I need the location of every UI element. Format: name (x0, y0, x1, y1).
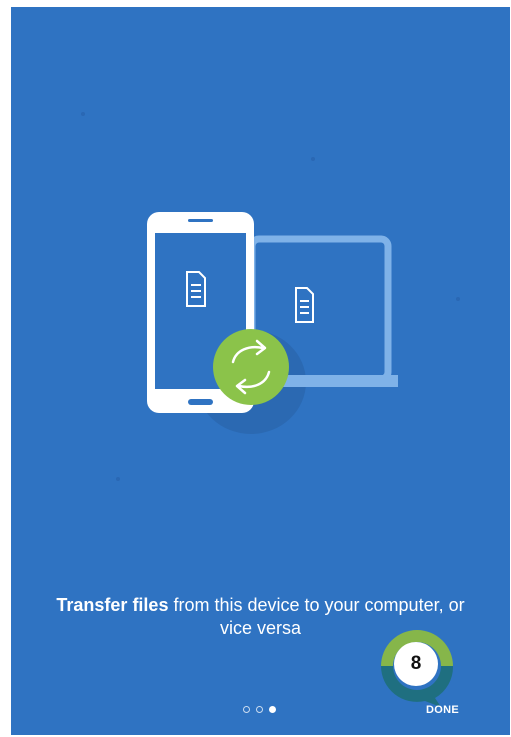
document-icon (295, 287, 314, 323)
countdown-badge[interactable]: 8 (379, 628, 457, 708)
badge-number: 8 (410, 653, 422, 674)
page-dot-1[interactable] (243, 706, 250, 713)
done-button[interactable]: DONE (426, 704, 459, 716)
caption-bold-text: Transfer files (56, 595, 169, 615)
page-dot-2[interactable] (256, 706, 263, 713)
onboarding-screen: Transfer files from this device to your … (11, 7, 510, 735)
page-indicator (243, 706, 276, 713)
sync-arrows-icon (213, 329, 289, 405)
page-dot-3-active[interactable] (269, 706, 276, 713)
